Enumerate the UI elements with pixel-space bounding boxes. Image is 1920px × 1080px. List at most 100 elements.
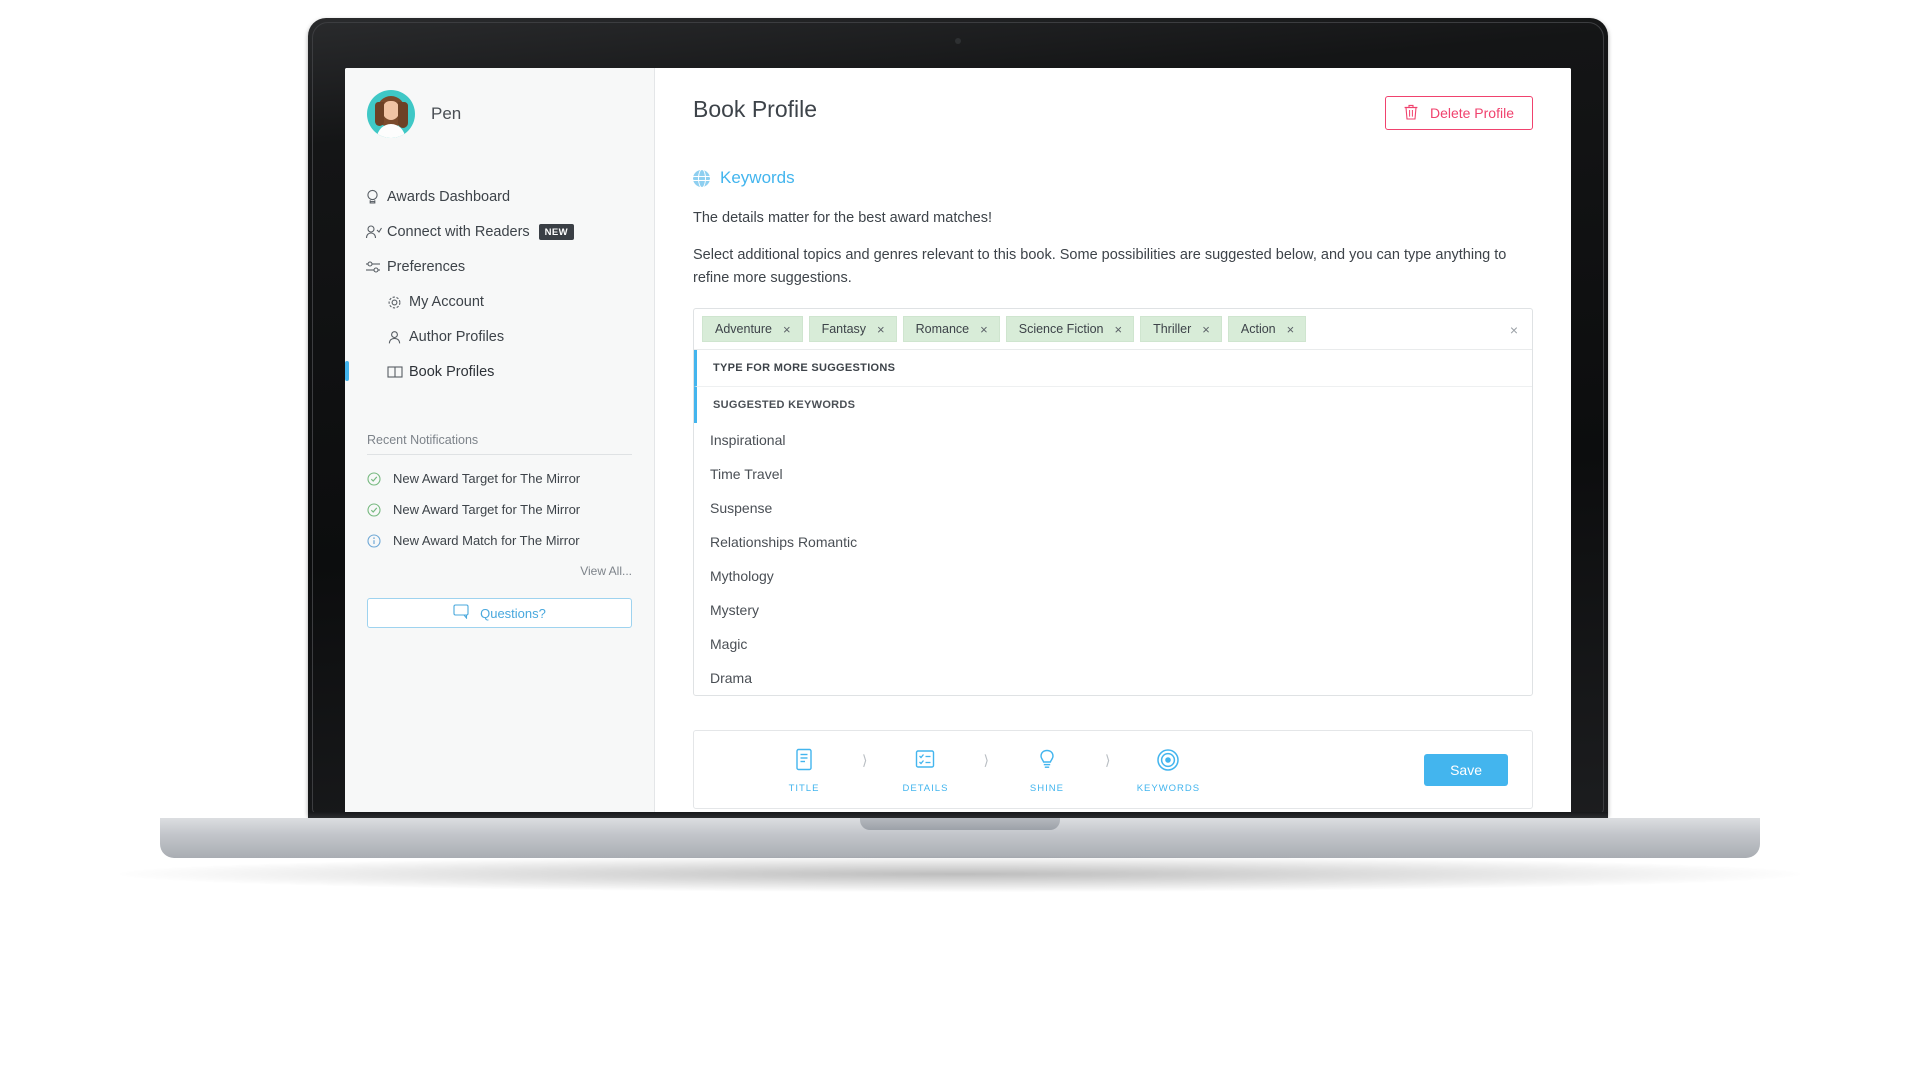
wizard-step-separator: ⟩	[1104, 752, 1111, 769]
gear-icon	[387, 293, 409, 311]
laptop-camera-icon	[955, 38, 961, 44]
connect-readers-icon	[365, 223, 387, 241]
sidebar-nav: Awards Dashboard Connect with Readers NE…	[345, 182, 654, 387]
notification-label: New Award Target for The Mirror	[393, 502, 581, 517]
wizard-step-keywords[interactable]: KEYWORDS	[1122, 745, 1214, 794]
section-header: Keywords	[692, 168, 1533, 188]
keyword-tag[interactable]: Action ×	[1227, 316, 1307, 343]
sidebar-item-label: My Account	[409, 294, 484, 310]
delete-profile-button[interactable]: Delete Profile	[1384, 96, 1533, 130]
notification-item[interactable]: New Award Target for The Mirror	[367, 502, 632, 517]
wizard-steps: TITLE ⟩ DETAILS ⟩ SHINE ⟩ KEYWORDS	[718, 745, 1424, 794]
check-circle-icon	[367, 502, 393, 517]
sidebar-item-label: Connect with Readers	[387, 224, 530, 240]
laptop-shadow	[120, 856, 1800, 892]
sidebar-item-connect-with-readers[interactable]: Connect with Readers NEW	[365, 217, 654, 247]
suggestion-item[interactable]: Drama	[694, 661, 1532, 695]
suggestion-item[interactable]: Mythology	[694, 559, 1532, 593]
sidebar-item-preferences[interactable]: Preferences	[365, 252, 654, 282]
sidebar-item-label: Author Profiles	[409, 329, 505, 345]
notification-item[interactable]: New Award Match for The Mirror	[367, 533, 632, 548]
remove-tag-icon[interactable]: ×	[772, 323, 802, 336]
main-content: Book Profile Delete Profile Keywords The…	[655, 68, 1571, 820]
notification-item[interactable]: New Award Target for The Mirror	[367, 471, 632, 486]
suggestion-item[interactable]: Time Travel	[694, 457, 1532, 491]
notification-label: New Award Match for The Mirror	[393, 533, 580, 548]
remove-tag-icon[interactable]: ×	[969, 323, 999, 336]
suggestion-item[interactable]: Magic	[694, 627, 1532, 661]
save-button[interactable]: Save	[1424, 753, 1508, 786]
wizard-step-label: KEYWORDS	[1136, 783, 1201, 795]
avatar	[367, 90, 415, 138]
keywords-combobox[interactable]: Adventure × Fantasy × Romance × Science …	[693, 308, 1533, 697]
keyword-tag[interactable]: Thriller ×	[1140, 316, 1222, 343]
award-icon	[365, 188, 387, 206]
keyword-tag-label: Adventure	[715, 322, 772, 337]
keyword-tag-label: Thriller	[1153, 322, 1192, 337]
suggestions-dropdown: TYPE FOR MORE SUGGESTIONS SUGGESTED KEYW…	[694, 349, 1532, 695]
laptop-base-lip	[860, 818, 1060, 830]
lead-text: The details matter for the best award ma…	[693, 210, 992, 226]
notification-label: New Award Target for The Mirror	[393, 471, 581, 486]
clear-all-icon[interactable]: ×	[1510, 322, 1518, 338]
checklist-details-icon	[914, 745, 936, 775]
check-circle-icon	[367, 471, 393, 486]
wizard-step-label: SHINE	[1029, 783, 1064, 795]
suggestion-item[interactable]: Mystery	[694, 593, 1532, 627]
delete-profile-label: Delete Profile	[1429, 105, 1514, 121]
sidebar-item-label: Awards Dashboard	[387, 189, 511, 205]
notifications-title: Recent Notifications	[367, 433, 632, 455]
selected-tags-row: Adventure × Fantasy × Romance × Science …	[694, 309, 1532, 349]
help-text: Select additional topics and genres rele…	[693, 247, 1507, 287]
keyword-tag-label: Fantasy	[821, 322, 867, 337]
globe-icon	[692, 168, 711, 188]
trash-icon	[1404, 104, 1418, 123]
sidebar-item-awards-dashboard[interactable]: Awards Dashboard	[365, 182, 654, 212]
remove-tag-icon[interactable]: ×	[1276, 323, 1306, 336]
lightbulb-shine-icon	[1037, 745, 1057, 775]
suggestion-item[interactable]: Inspirational	[694, 423, 1532, 457]
info-circle-icon	[367, 533, 393, 548]
wizard-step-shine[interactable]: SHINE	[1001, 745, 1093, 794]
app-root: Pen Awards Dashboard Connect with Reader	[345, 68, 1571, 820]
keyword-tag[interactable]: Romance ×	[902, 316, 1000, 343]
remove-tag-icon[interactable]: ×	[866, 323, 896, 336]
dropdown-subheading: SUGGESTED KEYWORDS	[694, 386, 1532, 424]
keyword-tag-label: Romance	[915, 322, 970, 337]
view-all-link[interactable]: View All...	[367, 564, 632, 578]
laptop-mockup: Pen Awards Dashboard Connect with Reader	[0, 0, 1920, 1080]
questions-button[interactable]: Questions?	[367, 598, 632, 628]
questions-button-label: Questions?	[480, 605, 546, 621]
book-icon	[387, 363, 409, 381]
sidebar-item-my-account[interactable]: My Account	[365, 287, 654, 317]
sidebar-item-book-profiles[interactable]: Book Profiles	[345, 357, 654, 387]
suggestion-item[interactable]: Suspense	[694, 491, 1532, 525]
recent-notifications-panel: Recent Notifications New Award Target fo…	[367, 433, 632, 578]
remove-tag-icon[interactable]: ×	[1104, 323, 1134, 336]
keyword-tag-label: Science Fiction	[1018, 322, 1104, 337]
profile-name: Pen	[431, 104, 462, 123]
sidebar-item-label: Book Profiles	[409, 364, 495, 380]
dropdown-heading: TYPE FOR MORE SUGGESTIONS	[694, 350, 1532, 387]
page-title: Book Profile	[693, 96, 818, 122]
wizard-step-title[interactable]: TITLE	[758, 745, 850, 794]
keyword-tag[interactable]: Fantasy ×	[808, 316, 897, 343]
target-keywords-icon	[1156, 745, 1180, 775]
wizard-step-label: DETAILS	[902, 783, 949, 795]
wizard-step-separator: ⟩	[862, 752, 868, 769]
active-indicator-bar	[345, 361, 349, 381]
preferences-sliders-icon	[365, 258, 387, 276]
section-title: Keywords	[720, 168, 795, 187]
document-title-icon	[794, 745, 814, 775]
user-profile-block[interactable]: Pen	[345, 90, 654, 138]
keyword-tag[interactable]: Adventure ×	[702, 316, 803, 343]
keyword-tag[interactable]: Science Fiction ×	[1005, 316, 1135, 343]
wizard-step-details[interactable]: DETAILS	[879, 745, 971, 794]
chat-bubble-icon	[453, 604, 471, 622]
remove-tag-icon[interactable]: ×	[1191, 323, 1221, 336]
suggestion-item[interactable]: Relationships Romantic	[694, 525, 1532, 559]
sidebar-item-author-profiles[interactable]: Author Profiles	[365, 322, 654, 352]
app-viewport: Pen Awards Dashboard Connect with Reader	[345, 68, 1571, 820]
status-badge-new: NEW	[538, 224, 575, 240]
wizard-step-label: TITLE	[788, 783, 820, 795]
